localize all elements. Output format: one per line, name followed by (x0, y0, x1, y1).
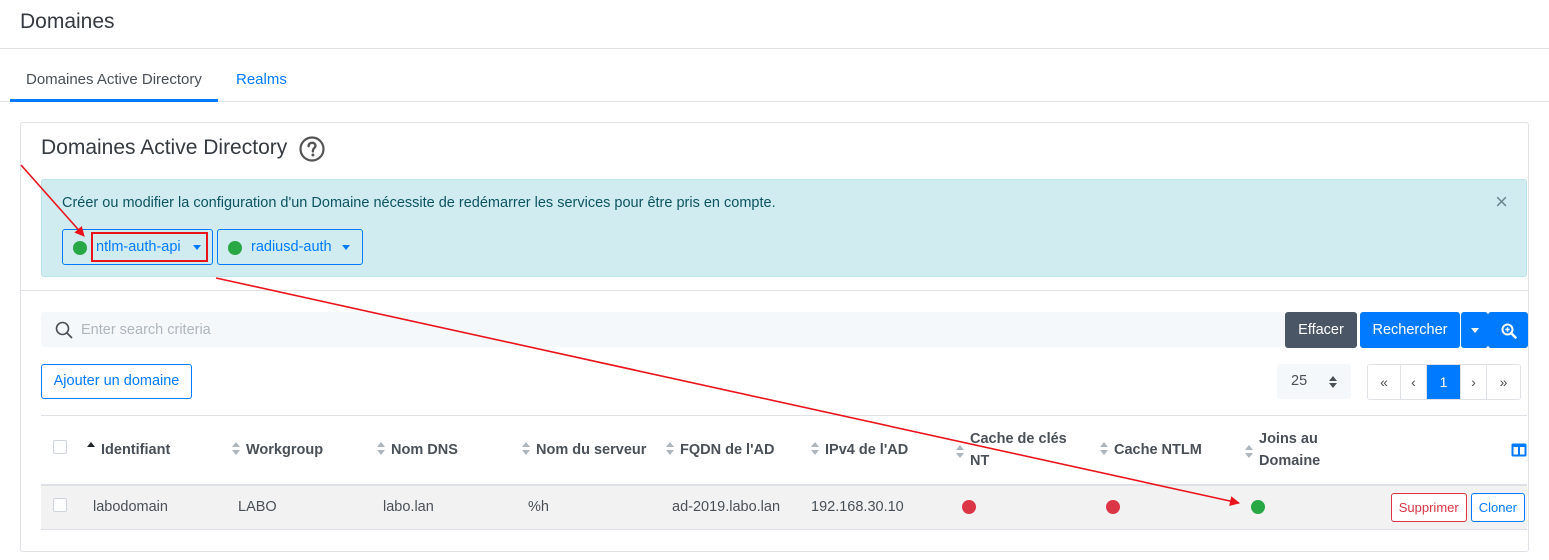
caret-down-icon (342, 245, 350, 250)
sort-arrows-icon (1329, 376, 1337, 388)
column-label: Joins au Domaine (1259, 430, 1321, 469)
tab-realms[interactable]: Realms (220, 49, 303, 102)
cell-joined (1245, 484, 1365, 530)
select-all-checkbox[interactable] (53, 439, 67, 454)
caret-down-icon (193, 245, 201, 250)
pagination-prev[interactable]: ‹ (1401, 365, 1427, 399)
alert-message: Créer ou modifier la configuration d'un … (62, 195, 776, 211)
column-header-cache-ntlm[interactable]: Cache NTLM (1100, 415, 1245, 486)
page-header: Domaines (0, 0, 1549, 49)
card-header: Domaines Active Directory Créer ou modif… (21, 123, 1528, 291)
select-all-cell (41, 415, 87, 486)
row-checkbox[interactable] (53, 498, 67, 513)
status-running-icon (228, 241, 242, 255)
column-header-nom-serveur[interactable]: Nom du serveur (522, 415, 666, 486)
column-label: Identifiant (101, 441, 171, 458)
column-header-cache-cles-nt[interactable]: Cache de clés NT (956, 415, 1100, 486)
column-settings-cell (1365, 415, 1527, 486)
column-label: Cache NTLM (1114, 441, 1202, 458)
add-domain-button[interactable]: Ajouter un domaine (41, 364, 192, 399)
cell-workgroup: LABO (232, 484, 377, 530)
column-header-workgroup[interactable]: Workgroup (232, 415, 377, 486)
search-icon (55, 321, 73, 339)
table-row[interactable]: labodomain LABO labo.lan %h ad-2019.labo… (41, 484, 1527, 530)
page-title: Domaines (20, 10, 115, 33)
row-select-cell (41, 484, 87, 530)
help-circle-icon[interactable] (299, 136, 325, 162)
domains-table: Identifiant Workgroup Nom DNS Nom du ser… (41, 415, 1527, 530)
column-label: Nom DNS (391, 441, 458, 458)
service-label: radiusd-auth (251, 239, 332, 255)
zoom-in-icon (1501, 323, 1517, 339)
caret-down-icon (1471, 328, 1479, 333)
cell-cache-nt (956, 484, 1100, 530)
pagination-next[interactable]: › (1461, 365, 1487, 399)
sort-icon (522, 441, 530, 456)
table-header-row: Identifiant Workgroup Nom DNS Nom du ser… (41, 415, 1527, 486)
sort-icon (1245, 444, 1253, 459)
clone-button[interactable]: Cloner (1470, 492, 1525, 522)
column-label: Cache de clés NT (970, 430, 1067, 469)
delete-button[interactable]: Supprimer (1390, 492, 1467, 522)
pagination: « ‹ 1 › » (1367, 364, 1521, 400)
column-header-fqdn[interactable]: FQDN de l'AD (666, 415, 811, 486)
column-label: IPv4 de l'AD (825, 441, 909, 458)
row-actions-cell: Supprimer Cloner (1365, 484, 1527, 530)
status-running-icon (73, 241, 87, 255)
pagination-page-1[interactable]: 1 (1427, 365, 1461, 399)
cell-fqdn: ad-2019.labo.lan (666, 484, 811, 530)
close-icon[interactable]: × (1495, 191, 1508, 213)
tab-active-directory[interactable]: Domaines Active Directory (10, 49, 218, 102)
pagination-last[interactable]: » (1487, 365, 1520, 399)
card-title: Domaines Active Directory (41, 136, 288, 159)
advanced-search-button[interactable] (1488, 312, 1528, 348)
column-label: FQDN de l'AD (680, 441, 775, 458)
cell-identifiant: labodomain (87, 484, 232, 530)
search-input[interactable] (81, 312, 1271, 347)
sort-icon (956, 444, 964, 459)
sort-asc-icon (87, 441, 95, 456)
columns-icon[interactable] (1511, 443, 1527, 457)
status-enabled-icon[interactable] (1251, 500, 1265, 515)
service-radiusd-auth-button[interactable]: radiusd-auth (217, 229, 363, 265)
clear-button[interactable]: Effacer (1285, 312, 1357, 348)
sort-icon (811, 441, 819, 456)
status-disabled-icon[interactable] (1106, 500, 1120, 515)
sort-icon (1100, 441, 1108, 456)
column-header-ipv4[interactable]: IPv4 de l'AD (811, 415, 956, 486)
service-ntlm-auth-api-button[interactable]: ntlm-auth-api (62, 229, 213, 265)
column-header-identifiant[interactable]: Identifiant (87, 415, 232, 486)
tab-bar: Domaines Active Directory Realms (0, 49, 1549, 102)
sort-icon (666, 441, 674, 456)
service-label: ntlm-auth-api (96, 239, 181, 255)
column-header-nom-dns[interactable]: Nom DNS (377, 415, 522, 486)
column-header-joins-domaine[interactable]: Joins au Domaine (1245, 415, 1365, 486)
restart-alert: Créer ou modifier la configuration d'un … (41, 179, 1527, 277)
sort-icon (377, 441, 385, 456)
search-bar (41, 312, 1285, 347)
search-options-dropdown[interactable] (1461, 312, 1488, 348)
cell-nom-dns: labo.lan (377, 484, 522, 530)
search-button[interactable]: Rechercher (1360, 312, 1460, 348)
per-page-value: 25 (1291, 373, 1308, 389)
column-label: Workgroup (246, 441, 324, 458)
status-disabled-icon[interactable] (962, 500, 976, 515)
domains-card: Domaines Active Directory Créer ou modif… (20, 122, 1529, 552)
per-page-select[interactable]: 25 (1277, 364, 1351, 399)
cell-cache-ntlm (1100, 484, 1245, 530)
cell-ipv4: 192.168.30.10 (811, 484, 956, 530)
sort-icon (232, 441, 240, 456)
pagination-first[interactable]: « (1368, 365, 1401, 399)
column-label: Nom du serveur (536, 441, 647, 458)
cell-nom-serveur: %h (522, 484, 666, 530)
